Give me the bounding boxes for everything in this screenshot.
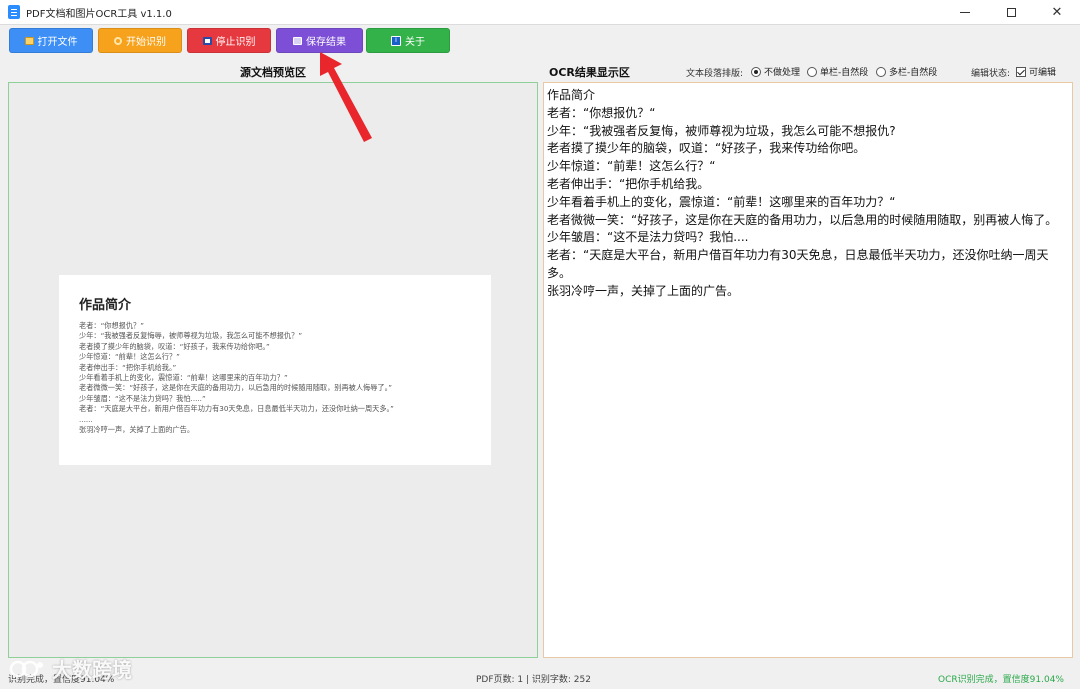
save-icon — [293, 36, 302, 45]
checkbox-checked-icon — [1016, 66, 1026, 77]
preview-doc-line: 少年：“我被强者反复悔辱，被师尊视为垃圾，我怎么可能不想报仇？” — [79, 331, 303, 341]
open-file-label: 打开文件 — [37, 37, 78, 48]
minimize-icon — [960, 11, 970, 13]
window-title: PDF文档和图片OCR工具 v1.1.0 — [26, 8, 172, 20]
search-icon — [114, 36, 122, 45]
close-icon: ✕ — [1051, 4, 1063, 20]
red-arrow-annotation — [320, 52, 372, 142]
radio-multi-column[interactable]: 多栏-自然段 — [876, 65, 937, 78]
ocr-result-line: 作品简介 — [547, 88, 596, 102]
preview-area-title: 源文档预览区 — [240, 66, 306, 79]
minimize-button[interactable] — [942, 0, 988, 24]
preview-doc-line: 老者：“你想报仇？” — [79, 321, 144, 330]
radio-selected-icon — [751, 66, 761, 77]
status-page-count: PDF页数: 1 | 识别字数: 252 — [476, 675, 591, 685]
start-ocr-button[interactable]: 开始识别 — [98, 28, 182, 53]
ocr-result-textarea[interactable]: 作品简介老者：“你想报仇？“ 少年：“我被强者反复悔，被师尊视为垃圾，我怎么可能不… — [543, 82, 1073, 658]
source-preview-panel[interactable]: 作品简介 老者：“你想报仇？” 少年：“我被强者反复悔辱，被师尊视为垃圾，我怎么可… — [8, 82, 538, 658]
maximize-icon — [1006, 7, 1016, 17]
radio-label: 不做处理 — [764, 68, 801, 78]
preview-doc-body: 老者：“你想报仇？” 少年：“我被强者反复悔辱，被师尊视为垃圾，我怎么可能不想报仇… — [79, 321, 471, 435]
preview-doc-line: 老者摸了摸少年的脑袋，叹道：“好孩子，我来传功给你吧。” — [79, 341, 270, 351]
preview-doc-line: 张羽冷哼一声，关掉了上面的广告。 — [79, 425, 195, 435]
folder-icon — [24, 36, 34, 45]
ocr-result-line: 少年：“我被强者反复悔，被师尊视为垃圾，我怎么可能不想报仇? — [547, 123, 896, 138]
stop-ocr-label: 停止识别 — [215, 37, 256, 48]
ocr-result-line: 少年惊道：“前辈！这怎么行？“ — [547, 159, 716, 174]
ocr-result-line: 少年皱眉：“这不是法力贷吗？我怕.... — [547, 230, 749, 245]
arrow-shape — [320, 52, 372, 142]
radio-label: 多栏-自然段 — [889, 68, 938, 78]
editable-checkbox[interactable]: 可编辑 — [1016, 65, 1056, 78]
status-ocr-complete: OCR识别完成，置信度91.04% — [938, 675, 1064, 685]
preview-doc-line: 老者伸出手：“把你手机给我。” — [79, 362, 177, 372]
close-button[interactable]: ✕ — [1034, 0, 1080, 24]
toolbar: 打开文件 开始识别 停止识别 保存结果 i 关于 — [0, 24, 1080, 58]
ocr-result-area-title: OCR结果显示区 — [549, 66, 630, 79]
about-label: 关于 — [405, 37, 425, 48]
preview-doc-title: 作品简介 — [79, 298, 132, 313]
watermark-logo-icon — [9, 660, 43, 677]
stop-ocr-button[interactable]: 停止识别 — [187, 28, 271, 53]
start-ocr-label: 开始识别 — [126, 37, 166, 48]
radio-label: 单栏-自然段 — [820, 68, 869, 78]
save-result-label: 保存结果 — [306, 37, 346, 48]
info-icon: i — [391, 35, 401, 46]
preview-doc-line: ...... — [79, 414, 93, 424]
ocr-result-line: 老者伸出手：“把你手机给我。 — [547, 176, 710, 191]
edit-status-label: 编辑状态: — [971, 69, 1011, 79]
app-document-icon — [8, 5, 20, 19]
editable-label: 可编辑 — [1029, 68, 1057, 78]
open-file-button[interactable]: 打开文件 — [9, 28, 93, 53]
preview-doc-line: 少年看着手机上的变化，震惊道：“前辈！这哪里来的百年功力？” — [79, 373, 288, 383]
preview-doc-line: 少年惊道：“前辈！这怎么行？” — [79, 352, 180, 362]
watermark: 大数跨境 — [8, 654, 132, 683]
maximize-button[interactable] — [988, 0, 1034, 24]
radio-single-column[interactable]: 单栏-自然段 — [807, 65, 868, 78]
preview-document-page: 作品简介 老者：“你想报仇？” 少年：“我被强者反复悔辱，被师尊视为垃圾，我怎么可… — [59, 275, 491, 465]
window-controls: ✕ — [942, 0, 1080, 24]
ocr-result-line: 少年看着手机上的变化，震惊道：“前辈！这哪里来的百年功力？“ — [547, 194, 896, 209]
ocr-result-line: 老者：“你想报仇？“ — [547, 105, 656, 120]
paragraph-layout-label: 文本段落排版: — [686, 69, 744, 79]
title-bar: PDF文档和图片OCR工具 v1.1.0 ✕ — [0, 0, 1080, 24]
radio-no-processing[interactable]: 不做处理 — [751, 65, 800, 78]
ocr-result-line: 张羽冷哼一声，关掉了上面的广告。 — [547, 283, 740, 298]
preview-doc-line: 老者微微一笑：“好孩子，这是你在天庭的备用功力，以后急用的时候随用随取，别再被人… — [79, 383, 392, 393]
ocr-result-line: 老者：“天庭是大平台，新用户借百年功力有30天免息，日息最低半天功力，还没你吐纳… — [547, 248, 1049, 280]
status-bar: 识别完成，置信度91.04% PDF页数: 1 | 识别字数: 252 OCR识… — [0, 664, 1080, 689]
radio-unselected-icon — [807, 66, 817, 77]
watermark-text: 大数跨境 — [52, 658, 132, 682]
ocr-result-line: 老者微微一笑：“好孩子，这是你在天庭的备用功力，以后急用的时候随用随取，别再被人… — [547, 212, 1058, 227]
preview-doc-line: 少年皱眉：“这不是法力贷吗？我怕.....” — [79, 393, 206, 403]
radio-unselected-icon — [876, 66, 886, 77]
stop-icon — [202, 36, 212, 45]
ocr-result-line: 老者摸了摸少年的脑袋，叹道：“好孩子，我来传功给你吧。 — [547, 141, 866, 156]
preview-doc-line: 老者：“天庭是大平台，新用户借百年功力有30天免息，日息最低半天功力，还没你吐纳… — [79, 404, 394, 414]
